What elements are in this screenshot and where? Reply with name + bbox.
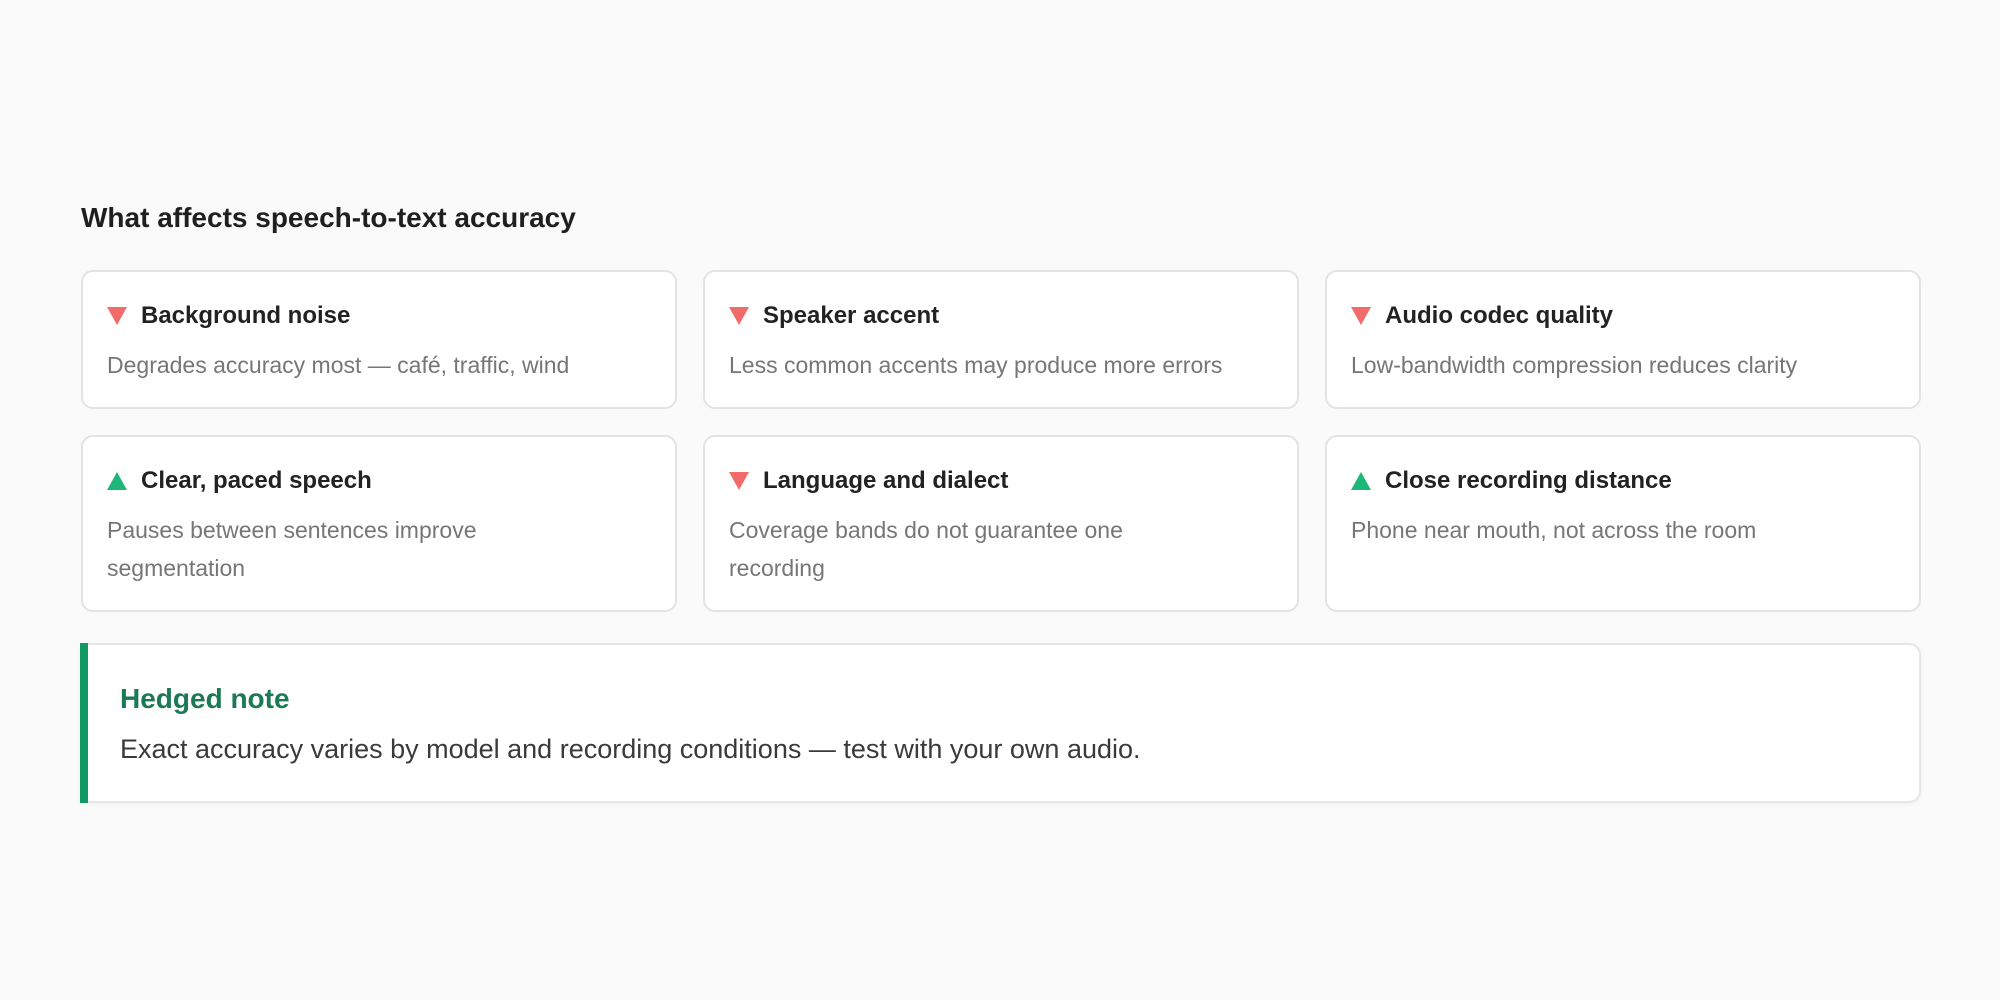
down-triangle-icon [107,307,127,325]
down-triangle-icon [729,472,749,490]
down-triangle-icon [729,307,749,325]
hedged-note-callout: Hedged note Exact accuracy varies by mod… [80,643,1921,803]
factor-description: Pauses between sentences improve segment… [107,517,477,581]
factor-card-header: Close recording distance [1351,465,1895,497]
factor-card-header: Clear, paced speech [107,465,651,497]
factor-description: Less common accents may produce more err… [729,352,1223,378]
factor-card-close-recording-distance: Close recording distance Phone near mout… [1325,435,1921,612]
factors-section: What affects speech-to-text accuracy Bac… [81,198,1921,612]
factor-card-background-noise: Background noise Degrades accuracy most … [81,270,677,409]
factor-card-audio-codec-quality: Audio codec quality Low-bandwidth compre… [1325,270,1921,409]
section-title: What affects speech-to-text accuracy [81,202,576,233]
note-title: Hedged note [120,683,290,714]
down-triangle-icon [1351,307,1371,325]
factor-card-header: Speaker accent [729,300,1273,332]
factor-description: Phone near mouth, not across the room [1351,517,1757,543]
factor-description: Coverage bands do not guarantee one reco… [729,517,1123,581]
factor-title: Speaker accent [763,302,940,329]
note-accent-bar [80,643,88,803]
factor-title: Language and dialect [763,467,1009,494]
factors-grid: Background noise Degrades accuracy most … [81,270,1921,612]
factor-card-header: Audio codec quality [1351,300,1895,332]
factor-card-header: Background noise [107,300,651,332]
factor-title: Clear, paced speech [141,467,372,494]
factor-description: Degrades accuracy most — café, traffic, … [107,352,570,378]
factor-description: Low-bandwidth compression reduces clarit… [1351,352,1798,378]
factor-title: Audio codec quality [1385,302,1614,329]
factor-card-header: Language and dialect [729,465,1273,497]
factor-title: Background noise [141,302,351,329]
factor-card-language-and-dialect: Language and dialect Coverage bands do n… [703,435,1299,612]
factor-card-clear-paced-speech: Clear, paced speech Pauses between sente… [81,435,677,612]
note-text: Exact accuracy varies by model and recor… [120,734,1141,764]
up-triangle-icon [1351,472,1371,490]
factor-title: Close recording distance [1385,467,1672,494]
factor-card-speaker-accent: Speaker accent Less common accents may p… [703,270,1299,409]
up-triangle-icon [107,472,127,490]
